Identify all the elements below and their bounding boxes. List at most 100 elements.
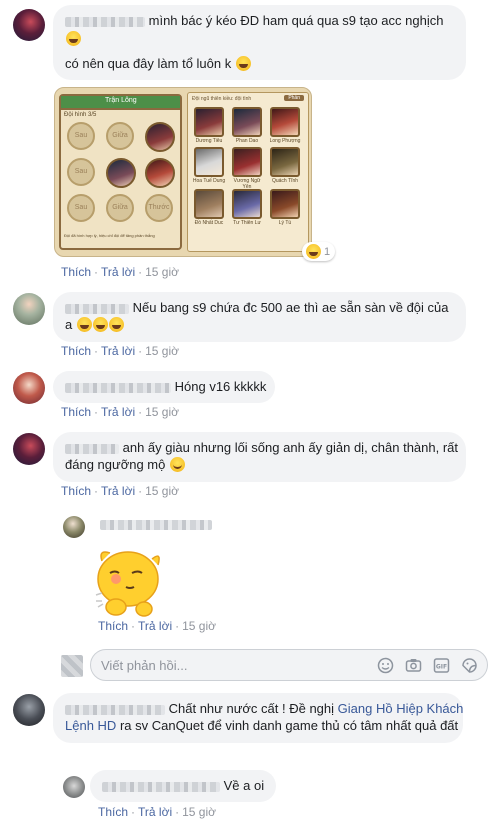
formation-hero[interactable] (145, 158, 175, 188)
formation-title-bar: Trận Lông (61, 96, 180, 110)
comment-text: đáng ngưỡng mộ (65, 457, 166, 472)
laughing-emoji-icon (66, 31, 81, 46)
hero-name: Lý Tú (278, 220, 292, 226)
filter-button[interactable]: Phần (284, 95, 304, 101)
comment-text: Nếu bang s9 chứa đc 500 ae thì ae sẵn sà… (132, 300, 449, 315)
hero-card[interactable] (232, 189, 262, 219)
blurred-name[interactable] (100, 520, 212, 530)
comment-text: Hóng v16 kkkkk (174, 379, 267, 394)
avatar[interactable] (13, 293, 45, 325)
comment-bubble: Chất như nước cất ! Đề nghị Giang Hồ Hiệ… (53, 693, 463, 743)
hero-name: Quách Tĩnh (271, 178, 299, 184)
avatar[interactable] (63, 776, 85, 798)
like-link[interactable]: Thích (61, 405, 91, 419)
formation-hero[interactable] (145, 122, 175, 152)
comment-text: có nên qua đây làm tổ luôn k (65, 56, 232, 71)
smile-emoji-icon (169, 457, 185, 472)
avatar[interactable] (13, 433, 45, 465)
timestamp[interactable]: 15 giờ (182, 805, 216, 819)
comment-actions: Thích · Trả lời · 15 giờ (98, 805, 216, 819)
like-link[interactable]: Thích (98, 619, 128, 633)
comment-text: anh ấy giàu nhưng lối sống anh ấy giản d… (122, 440, 459, 455)
formation-slot[interactable]: Giữa (106, 194, 134, 222)
mentioned-page-link[interactable]: Lệnh HD (65, 718, 116, 733)
formation-panel: Trận Lông Đội hình 3/5 Sau Giữa Sau Sau … (59, 94, 182, 250)
reply-input[interactable]: Viết phản hồi... GIF (90, 649, 488, 681)
avatar[interactable] (13, 694, 45, 726)
mentioned-page-link[interactable]: Giang Hồ Hiệp Khách (338, 701, 464, 716)
comment-actions: Thích · Trả lời · 15 giờ (61, 265, 179, 279)
blurred-name[interactable] (65, 704, 165, 715)
blurred-name[interactable] (65, 16, 145, 27)
avatar[interactable] (63, 516, 85, 538)
attached-game-screenshot[interactable]: Trận Lông Đội hình 3/5 Sau Giữa Sau Sau … (54, 87, 312, 257)
comment-bubble: Hóng v16 kkkkk (53, 371, 275, 403)
sticker-image[interactable] (92, 543, 168, 619)
hero-name: Long Phượng (269, 138, 301, 144)
game-title: Trận Lông (105, 97, 137, 104)
hero-name: Đồ Nhất Duc (194, 220, 224, 226)
formation-slot[interactable]: Thước (145, 194, 173, 222)
hero-card[interactable] (232, 107, 262, 137)
avatar[interactable] (13, 9, 45, 41)
timestamp[interactable]: 15 giờ (145, 405, 179, 419)
comment-text: Chất như nước cất ! Đề nghị (168, 701, 335, 716)
timestamp[interactable]: 15 giờ (145, 344, 179, 358)
comment-bubble: Nếu bang s9 chứa đc 500 ae thì ae sẵn sà… (53, 292, 466, 342)
comment-text: mình bác ý kéo ĐD ham quá qua s9 tạo acc… (148, 13, 444, 28)
gif-icon[interactable]: GIF (433, 657, 450, 674)
timestamp[interactable]: 15 giờ (145, 265, 179, 279)
blurred-name[interactable] (102, 781, 220, 792)
timestamp[interactable]: 15 giờ (145, 484, 179, 498)
formation-slot[interactable]: Sau (67, 194, 95, 222)
hero-card[interactable] (232, 147, 262, 177)
comment-text: a (65, 317, 73, 332)
reply-link[interactable]: Trả lời (138, 619, 172, 633)
comment-actions: Thích · Trả lời · 15 giờ (61, 344, 179, 358)
hero-name: Phan Dao (235, 138, 259, 144)
formation-slot[interactable]: Sau (67, 122, 95, 150)
reaction-count[interactable]: 1 (302, 242, 336, 261)
reply-link[interactable]: Trả lời (101, 484, 135, 498)
laughing-emoji-icon (92, 317, 108, 332)
blurred-name[interactable] (65, 382, 171, 393)
comment-actions: Thích · Trả lời · 15 giờ (61, 405, 179, 419)
reaction-count-text: 1 (324, 245, 331, 258)
current-user-avatar (61, 655, 83, 677)
hero-name: Hoa Tuế Dung (192, 178, 226, 184)
hero-name: Dương Tiêu (195, 138, 223, 144)
comment-bubble: anh ấy giàu nhưng lối sống anh ấy giản d… (53, 432, 466, 482)
svg-text:GIF: GIF (436, 664, 447, 671)
laughing-emoji-icon (108, 317, 124, 332)
reply-link[interactable]: Trả lời (101, 265, 135, 279)
like-link[interactable]: Thích (61, 344, 91, 358)
haha-reaction-icon (306, 244, 321, 259)
blurred-name[interactable] (65, 443, 119, 454)
comment-bubble: Về a oi (90, 770, 276, 802)
sticker-icon[interactable] (461, 657, 478, 674)
reply-link[interactable]: Trả lời (101, 405, 135, 419)
hero-list-header: Đội ngũ thiên kiều: đội tình (192, 96, 252, 102)
rofl-emoji-icon (235, 56, 251, 71)
hero-card[interactable] (194, 147, 224, 177)
like-link[interactable]: Thích (61, 265, 91, 279)
hero-card[interactable] (270, 107, 300, 137)
hero-card[interactable] (270, 189, 300, 219)
like-link[interactable]: Thích (61, 484, 91, 498)
camera-icon[interactable] (405, 657, 422, 674)
hero-card[interactable] (194, 107, 224, 137)
formation-slot[interactable]: Giữa (106, 122, 134, 150)
hero-card[interactable] (194, 189, 224, 219)
comment-actions: Thích · Trả lời · 15 giờ (61, 484, 179, 498)
avatar[interactable] (13, 372, 45, 404)
like-link[interactable]: Thích (98, 805, 128, 819)
timestamp[interactable]: 15 giờ (182, 619, 216, 633)
hero-card[interactable] (270, 147, 300, 177)
reply-link[interactable]: Trả lời (101, 344, 135, 358)
reply-link[interactable]: Trả lời (138, 805, 172, 819)
formation-note: Đội đã hình hợp lý, hiệu chỉ đội để tăng… (64, 233, 155, 238)
emoji-icon[interactable] (377, 657, 394, 674)
blurred-name[interactable] (65, 303, 129, 314)
formation-hero[interactable] (106, 158, 136, 188)
formation-slot[interactable]: Sau (67, 158, 95, 186)
